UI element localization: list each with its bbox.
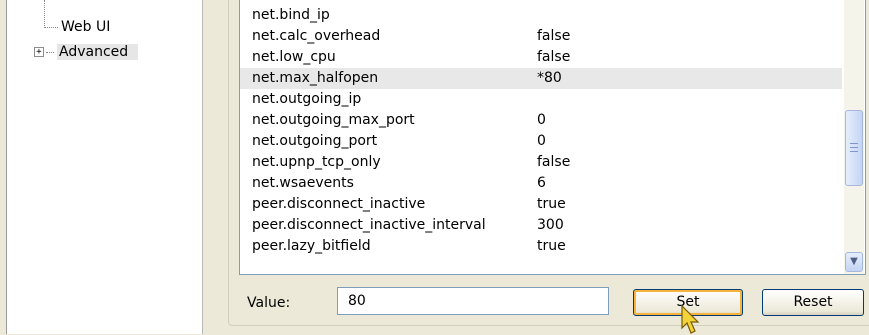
value-label: Value: xyxy=(247,295,291,311)
settings-tree: Web UI + Advanced xyxy=(0,0,203,334)
window-edge xyxy=(0,0,7,334)
list-row[interactable]: net.max_halfopen *80 xyxy=(240,68,842,89)
setting-name: peer.disconnect_inactive_interval xyxy=(252,217,486,233)
setting-value: false xyxy=(537,28,571,44)
setting-name: net.calc_overhead xyxy=(252,28,381,44)
setting-value: false xyxy=(537,49,571,65)
grip-line xyxy=(850,143,858,144)
setting-value: true xyxy=(537,196,566,212)
setting-name: net.upnp_tcp_only xyxy=(252,154,381,170)
list-row[interactable]: peer.lazy_bitfield true xyxy=(240,236,842,257)
setting-value: *80 xyxy=(537,70,562,86)
setting-name: net.wsaevents xyxy=(252,175,354,191)
list-row[interactable]: net.wsaevents 6 xyxy=(240,173,842,194)
list-row[interactable]: net.upnp_tcp_only false xyxy=(240,152,842,173)
scrollbar-thumb[interactable] xyxy=(845,110,863,186)
mouse-pointer-icon xyxy=(681,305,700,334)
tree-connector-dots xyxy=(44,26,58,28)
setting-name: net.bind_ip xyxy=(252,7,330,23)
list-row[interactable]: net.low_cpu false xyxy=(240,47,842,68)
grip-line xyxy=(850,147,858,148)
setting-name: peer.lazy_bitfield xyxy=(252,238,371,254)
setting-value: 0 xyxy=(537,112,546,128)
vertical-scrollbar[interactable]: ▼ xyxy=(844,0,864,274)
setting-name: net.max_halfopen xyxy=(252,70,379,86)
setting-value: false xyxy=(537,154,571,170)
setting-value: 6 xyxy=(537,175,546,191)
grip-line xyxy=(850,151,858,152)
tree-item-label: Web UI xyxy=(61,19,111,35)
setting-name: net.outgoing_port xyxy=(252,133,378,149)
settings-list[interactable]: net.bind_ip net.calc_overhead false net.low… xyxy=(239,0,866,275)
tree-connector-dots xyxy=(46,51,54,53)
tree-item-label: Advanced xyxy=(57,44,139,60)
list-row[interactable]: net.bind_ip xyxy=(240,5,842,26)
setting-value: true xyxy=(537,238,566,254)
list-row[interactable]: net.calc_overhead false xyxy=(240,26,842,47)
scroll-down-button[interactable]: ▼ xyxy=(845,252,863,272)
setting-name: net.low_cpu xyxy=(252,49,336,65)
list-row[interactable]: net.outgoing_ip xyxy=(240,89,842,110)
setting-name: net.outgoing_max_port xyxy=(252,112,415,128)
setting-value: 0 xyxy=(537,133,546,149)
setting-name: peer.disconnect_inactive xyxy=(252,196,426,212)
advanced-settings-panel: net.bind_ip net.calc_overhead false net.low… xyxy=(203,0,869,334)
tree-item-advanced[interactable]: + Advanced xyxy=(34,41,139,63)
list-row[interactable]: peer.disconnect_inactive_interval 300 xyxy=(240,215,842,236)
setting-value: 300 xyxy=(537,217,564,233)
list-row[interactable]: net.outgoing_max_port 0 xyxy=(240,110,842,131)
tree-item-web-ui[interactable]: Web UI xyxy=(44,16,110,38)
list-row[interactable]: peer.disconnect_inactive true xyxy=(240,194,842,215)
list-row[interactable]: net.outgoing_port 0 xyxy=(240,131,842,152)
setting-name: net.outgoing_ip xyxy=(252,91,362,107)
reset-button[interactable]: Reset xyxy=(762,289,864,316)
expand-plus-icon[interactable]: + xyxy=(34,47,44,57)
chevron-down-icon: ▼ xyxy=(850,256,858,267)
value-input[interactable]: 80 xyxy=(337,287,609,315)
